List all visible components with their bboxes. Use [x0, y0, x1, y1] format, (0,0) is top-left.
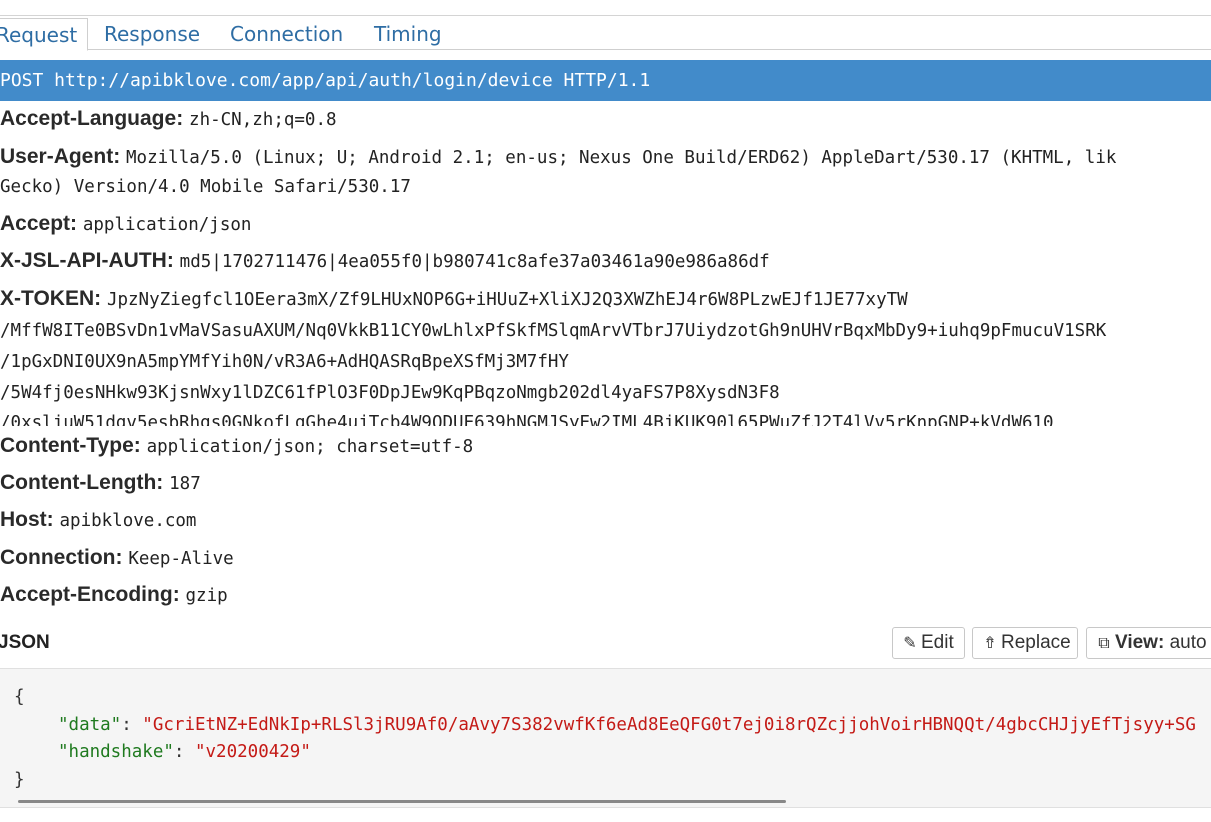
horizontal-scrollbar[interactable] [18, 800, 786, 803]
header-user-agent: User-Agent: Mozilla/5.0 (Linux; U; Andro… [0, 145, 1117, 168]
json-key: "handshake" [58, 742, 174, 762]
x-token-scroll-area[interactable]: X-TOKEN: JpzNyZiegfcl1OEera3mX/Zf9LHUxNO… [0, 286, 1211, 426]
header-name: Host [0, 508, 47, 531]
token-line: /1pGxDNI0UX9nA5mpYMfYih0N/vR3A6+AdHQASRq… [0, 352, 569, 372]
header-accept-language: Accept-Language: zh-CN,zh;q=0.8 [0, 107, 337, 130]
token-line: /0xsljuW51dgv5esbRhgs0GNkofLgGhe4ujTcb4W… [0, 413, 1054, 426]
header-value: application/json; charset=utf-8 [146, 437, 474, 457]
inspector-tabs: Request Response Connection Timing [0, 18, 1211, 51]
header-connection: Connection: Keep-Alive [0, 546, 234, 569]
replace-button[interactable]: ⇮ Replace [972, 627, 1078, 659]
json-line-handshake: "handshake": "v20200429" [58, 742, 311, 762]
tab-response[interactable]: Response [104, 18, 200, 50]
request-line: POST http://apibklove.com/app/api/auth/l… [0, 60, 1211, 101]
json-open-brace: { [14, 687, 25, 707]
header-name: X-JSL-API-AUTH [0, 249, 167, 272]
json-section-title: JSON [0, 632, 50, 653]
header-x-token: X-TOKEN: JpzNyZiegfcl1OEera3mX/Zf9LHUxNO… [0, 287, 908, 310]
header-value: apibklove.com [59, 511, 197, 531]
header-value: JpzNyZiegfcl1OEera3mX/Zf9LHUxNOP6G+iHUuZ… [106, 290, 908, 310]
header-accept-encoding: Accept-Encoding: gzip [0, 583, 228, 606]
json-line-data: "data": "GcriEtNZ+EdNkIp+RLSl3jRU9Af0/aA… [58, 715, 1196, 735]
replace-button-label: Replace [1001, 632, 1071, 653]
header-value: md5|1702711476|4ea055f0|b980741c8afe37a0… [179, 252, 770, 272]
json-key: "data" [58, 715, 122, 735]
tab-request[interactable]: Request [0, 18, 89, 51]
tab-timing[interactable]: Timing [374, 18, 442, 50]
json-viewer[interactable]: { "data": "GcriEtNZ+EdNkIp+RLSl3jRU9Af0/… [0, 668, 1211, 808]
header-name: Accept [0, 212, 71, 235]
view-mode-value: auto [1169, 632, 1207, 653]
tab-connection[interactable]: Connection [230, 18, 343, 50]
header-content-length: Content-Length: 187 [0, 471, 201, 494]
header-name: Accept-Encoding [0, 583, 173, 606]
header-name: X-TOKEN [0, 287, 95, 310]
copy-icon: ⧉ [1098, 635, 1110, 652]
view-mode-dropdown[interactable]: ⧉ View: auto [1086, 627, 1211, 659]
header-value: zh-CN,zh;q=0.8 [189, 110, 337, 130]
token-line: /MffW8ITe0BSvDn1vMaVSasuAXUM/Nq0VkkB11CY… [0, 321, 1107, 341]
header-name: User-Agent [0, 145, 114, 168]
header-accept: Accept: application/json [0, 212, 252, 235]
header-value-continuation: Gecko) Version/4.0 Mobile Safari/530.17 [0, 177, 411, 197]
top-divider [0, 15, 1211, 16]
json-string-value: "GcriEtNZ+EdNkIp+RLSl3jRU9Af0/aAvy7S382v… [142, 715, 1196, 735]
edit-button[interactable]: ✎ Edit [892, 627, 965, 659]
header-content-type: Content-Type: application/json; charset=… [0, 434, 474, 457]
header-value: application/json [82, 215, 252, 235]
edit-button-label: Edit [921, 632, 954, 653]
header-value: Keep-Alive [128, 549, 234, 569]
header-value: gzip [185, 586, 228, 606]
header-name: Content-Type [0, 434, 134, 457]
view-label: View: [1115, 632, 1165, 653]
token-line: /5W4fj0esNHkw93KjsnWxy1lDZC61fPlO3F0DpJE… [0, 383, 780, 403]
header-name: Content-Length [0, 471, 157, 494]
header-value: 187 [169, 474, 201, 494]
upload-icon: ⇮ [983, 635, 997, 652]
header-value: Mozilla/5.0 (Linux; U; Android 2.1; en-u… [126, 148, 1117, 168]
pencil-square-icon: ✎ [903, 635, 917, 652]
json-close-brace: } [14, 770, 25, 790]
header-x-jsl-api-auth: X-JSL-API-AUTH: md5|1702711476|4ea055f0|… [0, 249, 770, 272]
header-name: Accept-Language [0, 107, 177, 130]
json-string-value: "v20200429" [194, 742, 311, 762]
header-host: Host: apibklove.com [0, 508, 197, 531]
header-name: Connection [0, 546, 116, 569]
